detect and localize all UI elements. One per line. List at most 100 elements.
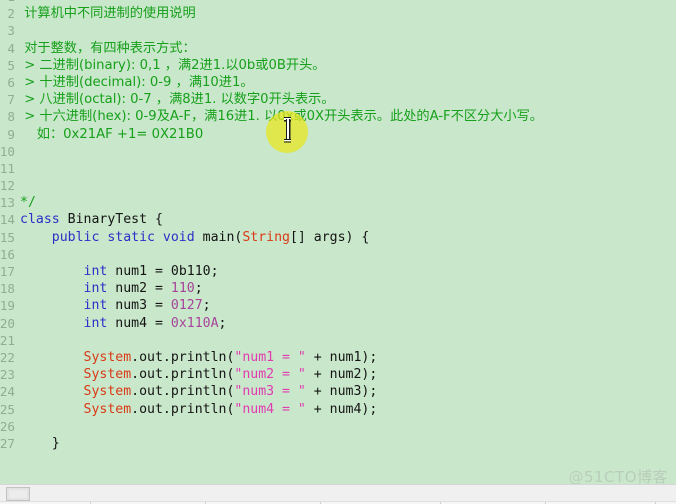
code-token: ; bbox=[218, 315, 227, 331]
line-content: int num2 = 110; bbox=[20, 280, 203, 297]
code-line-list: 1 *2 计算机中不同进制的使用说明34 对于整数，有四种表示方式：5 > 二进… bbox=[0, 0, 676, 452]
line-content: System.out.println("num1 = " + num1); bbox=[20, 349, 378, 366]
code-line[interactable]: 21 bbox=[0, 332, 676, 349]
code-line[interactable]: 13 */ bbox=[0, 194, 676, 211]
line-content: class BinaryTest { bbox=[20, 211, 163, 228]
line-content: System.out.println("num3 = " + num3); bbox=[20, 383, 378, 400]
code-line[interactable]: 9 如：0x21AF +1= 0X21B0 bbox=[0, 126, 676, 143]
code-line[interactable]: 19 int num3 = 0127; bbox=[0, 297, 676, 314]
code-line[interactable]: 14 class BinaryTest { bbox=[0, 211, 676, 228]
code-token: 计算机中不同进制的使用说明 bbox=[20, 6, 196, 22]
code-token: System bbox=[83, 349, 132, 365]
code-token: num1 = 0b110; bbox=[115, 264, 219, 279]
code-line[interactable]: 25 System.out.println("num4 = " + num4); bbox=[0, 401, 676, 418]
line-content: > 十进制(decimal): 0-9 ，满10进1。 bbox=[20, 74, 253, 91]
line-number: 24 bbox=[0, 384, 15, 400]
code-token: 0127 bbox=[170, 298, 203, 314]
code-token: System bbox=[83, 384, 132, 400]
code-line[interactable]: 10 bbox=[0, 143, 676, 160]
line-number: 18 bbox=[0, 281, 15, 297]
line-content: int num1 = 0b110; bbox=[20, 263, 219, 280]
line-content: 如：0x21AF +1= 0X21B0 bbox=[20, 126, 203, 143]
code-line[interactable]: 8 > 十六进制(hex): 0-9及A-F，满16进1. 以0x或0X开头表示… bbox=[0, 108, 676, 125]
code-line[interactable]: 20 int num4 = 0x110A; bbox=[0, 315, 676, 332]
line-number: 8 bbox=[7, 109, 15, 125]
code-token: "num2 = " bbox=[234, 367, 306, 383]
editor-window: 1 *2 计算机中不同进制的使用说明34 对于整数，有四种表示方式：5 > 二进… bbox=[0, 0, 676, 504]
code-token: .out.println( bbox=[131, 367, 235, 383]
line-content: > 二进制(binary): 0,1 ，满2进1.以0b或0B开头。 bbox=[20, 57, 325, 74]
code-token: + num1); bbox=[305, 349, 378, 365]
horizontal-scrollbar-thumb[interactable] bbox=[6, 487, 30, 501]
code-line[interactable]: 18 int num2 = 110; bbox=[0, 280, 676, 297]
line-content: int num4 = 0x110A; bbox=[20, 315, 227, 332]
code-line[interactable]: 3 bbox=[0, 22, 676, 39]
horizontal-scrollbar[interactable] bbox=[0, 484, 676, 501]
code-line[interactable]: 17 int num1 = 0b110; bbox=[0, 263, 676, 280]
code-token: 对于整数，有四种表示方式： bbox=[20, 40, 196, 56]
code-line[interactable]: 27 } bbox=[0, 435, 676, 452]
code-token: + num4); bbox=[305, 401, 378, 417]
code-token: class bbox=[20, 212, 68, 228]
line-number: 25 bbox=[0, 401, 15, 417]
line-number: 15 bbox=[0, 229, 15, 245]
code-line[interactable]: 15 public static void main(String[] args… bbox=[0, 229, 676, 246]
line-content: 计算机中不同进制的使用说明 bbox=[20, 5, 196, 22]
line-number: 27 bbox=[0, 435, 15, 451]
code-line[interactable]: 26 bbox=[0, 418, 676, 435]
code-editor-surface[interactable]: 1 *2 计算机中不同进制的使用说明34 对于整数，有四种表示方式：5 > 二进… bbox=[0, 0, 676, 484]
line-number: 21 bbox=[0, 332, 15, 348]
code-line[interactable]: 22 System.out.println("num1 = " + num1); bbox=[0, 349, 676, 366]
code-token: "num1 = " bbox=[234, 349, 306, 365]
line-number: 26 bbox=[0, 418, 15, 434]
code-line[interactable]: 7 > 八进制(octal): 0-7 ，满8进1. 以数字0开头表示。 bbox=[0, 91, 676, 108]
code-token: BinaryTest { bbox=[67, 212, 163, 228]
code-token: 如：0x21AF +1= 0X21B0 bbox=[20, 126, 204, 142]
code-line[interactable]: 12 bbox=[0, 177, 676, 194]
line-content: } bbox=[20, 435, 60, 452]
code-line[interactable]: 23 System.out.println("num2 = " + num2); bbox=[0, 366, 676, 383]
code-token: num4 = bbox=[115, 315, 171, 331]
code-line[interactable]: 6 > 十进制(decimal): 0-9 ，满10进1。 bbox=[0, 74, 676, 91]
code-token: * bbox=[20, 0, 36, 4]
code-token: int bbox=[83, 281, 116, 297]
code-line[interactable]: 5 > 二进制(binary): 0,1 ，满2进1.以0b或0B开头。 bbox=[0, 57, 676, 74]
line-content: int num3 = 0127; bbox=[20, 297, 211, 314]
code-token: System bbox=[83, 401, 132, 417]
code-token: 0x110A bbox=[170, 315, 219, 331]
line-number: 11 bbox=[0, 160, 15, 176]
code-token: String bbox=[242, 229, 290, 245]
code-token: + num3); bbox=[305, 384, 378, 400]
line-content: System.out.println("num4 = " + num4); bbox=[20, 401, 378, 418]
line-number: 20 bbox=[0, 315, 15, 331]
code-line[interactable]: 24 System.out.println("num3 = " + num3); bbox=[0, 383, 676, 400]
code-token: System bbox=[83, 367, 132, 383]
code-line[interactable]: 16 bbox=[0, 246, 676, 263]
line-number: 14 bbox=[0, 212, 15, 228]
line-number: 12 bbox=[0, 178, 15, 194]
code-line[interactable]: 2 计算机中不同进制的使用说明 bbox=[0, 5, 676, 22]
line-number: 13 bbox=[0, 195, 15, 211]
code-token: public static void bbox=[51, 229, 203, 245]
line-number: 3 bbox=[7, 23, 15, 39]
code-token: .out.println( bbox=[131, 384, 235, 400]
line-number: 17 bbox=[0, 264, 15, 279]
code-token: int bbox=[83, 315, 116, 331]
code-token: */ bbox=[20, 195, 36, 211]
code-token: + num2); bbox=[305, 367, 378, 383]
line-number: 10 bbox=[0, 143, 15, 159]
code-line[interactable]: 11 bbox=[0, 160, 676, 177]
code-line[interactable]: 4 对于整数，有四种表示方式： bbox=[0, 40, 676, 57]
line-number: 2 bbox=[7, 6, 15, 22]
code-token: num3 = bbox=[115, 298, 171, 314]
line-content: > 十六进制(hex): 0-9及A-F，满16进1. 以0x或0X开头表示。此… bbox=[20, 108, 543, 125]
code-token: main( bbox=[202, 229, 243, 245]
code-token: int bbox=[83, 298, 116, 314]
